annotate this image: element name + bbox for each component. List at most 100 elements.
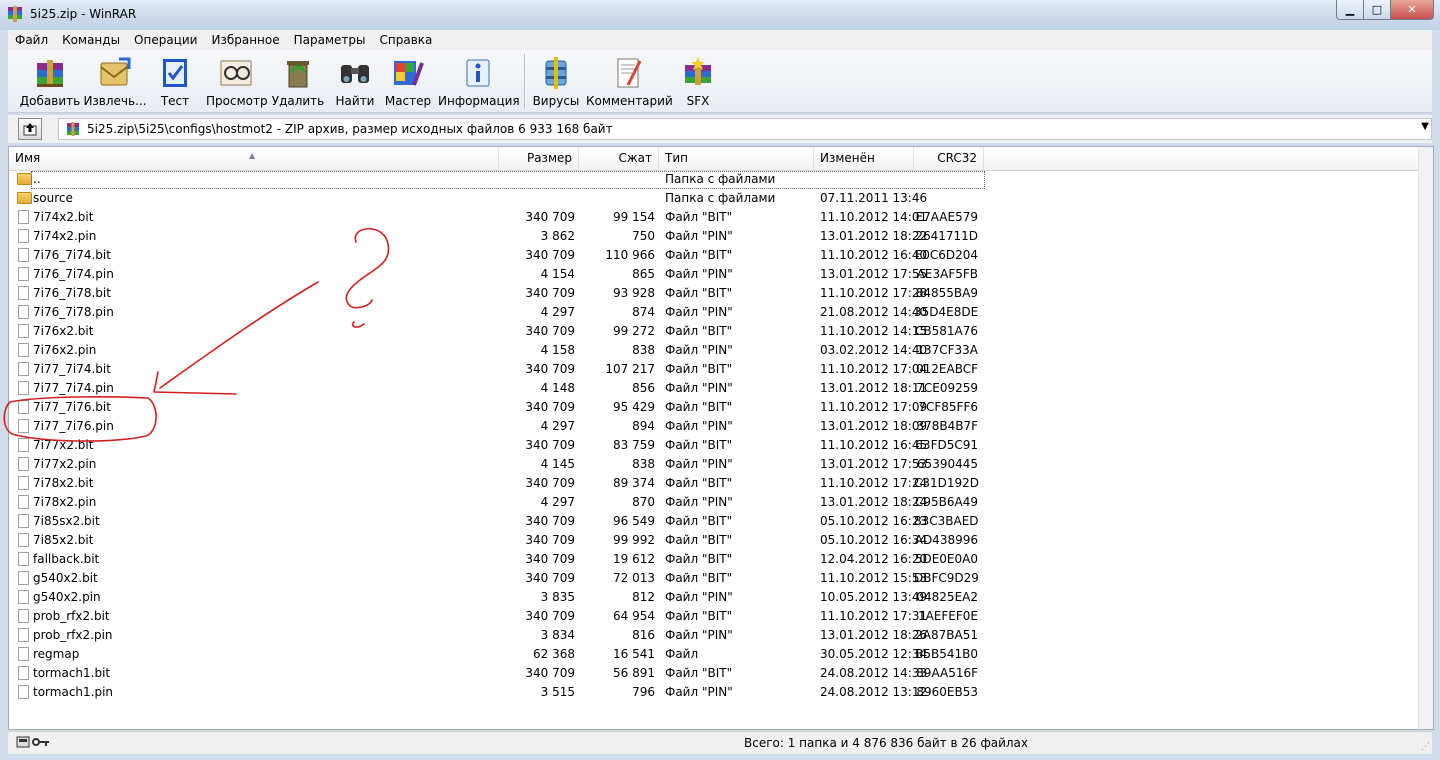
file-crc: 35D4E8DE [914, 305, 979, 319]
view-icon [220, 60, 252, 86]
table-row[interactable]: 7i76_7i74.bit 340 709 110 966 Файл "BIT" 11.… [9, 246, 1419, 265]
file-packed-size: 856 [632, 381, 655, 395]
file-type: Файл "PIN" [665, 628, 733, 642]
virus-scan-button[interactable]: Вирусы [530, 52, 582, 110]
file-icon [17, 381, 31, 396]
delete-button[interactable]: Удалить [270, 52, 326, 110]
close-button[interactable]: ✕ [1391, 0, 1434, 20]
table-row[interactable]: fallback.bit 340 709 19 612 Файл "BIT" 12.04… [9, 550, 1419, 569]
file-icon [17, 343, 31, 358]
col-crc-header[interactable]: CRC32 [914, 147, 984, 170]
table-row[interactable]: 7i77_7i76.pin 4 297 894 Файл "PIN" 13.01.201… [9, 417, 1419, 436]
maximize-button[interactable]: □ [1364, 0, 1391, 20]
file-icon [17, 495, 31, 510]
file-type: Файл "BIT" [665, 666, 733, 680]
menu-favorites[interactable]: Избранное [204, 33, 286, 47]
table-row[interactable]: 7i78x2.pin 4 297 870 Файл "PIN" 13.01.2012 1… [9, 493, 1419, 512]
sfx-button[interactable]: SFX [674, 52, 722, 110]
table-row[interactable]: 7i77_7i74.pin 4 148 856 Файл "PIN" 13.01.201… [9, 379, 1419, 398]
file-crc: 7CE09259 [916, 381, 978, 395]
table-row[interactable]: tormach1.pin 3 515 796 Файл "PIN" 24.08.2012… [9, 683, 1419, 702]
table-row[interactable]: 7i76_7i74.pin 4 154 865 Файл "PIN" 13.01.201… [9, 265, 1419, 284]
file-icon [17, 305, 31, 320]
comment-button[interactable]: Комментарий [586, 52, 673, 110]
up-folder-button[interactable] [18, 118, 42, 140]
table-row[interactable]: 7i85sx2.bit 340 709 96 549 Файл "BIT" 05.10.… [9, 512, 1419, 531]
file-name: 7i77_7i76.pin [33, 419, 114, 433]
file-type: Файл "PIN" [665, 381, 733, 395]
table-row[interactable]: 7i76_7i78.bit 340 709 93 928 Файл "BIT" 11.1… [9, 284, 1419, 303]
file-name: 7i74x2.bit [33, 210, 94, 224]
minimize-button[interactable]: ▁ [1336, 0, 1364, 20]
table-row[interactable]: 7i77x2.bit 340 709 83 759 Файл "BIT" 11.10.2… [9, 436, 1419, 455]
file-crc: 83C3BAED [914, 514, 979, 528]
file-modified: 11.10.2012 16:40 [820, 248, 928, 262]
table-row[interactable]: 7i85x2.bit 340 709 99 992 Файл "BIT" 05.10.2… [9, 531, 1419, 550]
file-modified: 24.08.2012 13:12 [820, 685, 928, 699]
table-row[interactable]: 7i76x2.pin 4 158 838 Файл "PIN" 03.02.2012 1… [9, 341, 1419, 360]
file-size: 4 148 [540, 381, 575, 395]
find-button[interactable]: Найти [330, 52, 380, 110]
add-button[interactable]: Добавить [18, 52, 82, 110]
table-row[interactable]: g540x2.bit 340 709 72 013 Файл "BIT" 11.10.2… [9, 569, 1419, 588]
window-title: 5i25.zip - WinRAR [30, 7, 137, 21]
archive-path-field[interactable]: 5i25.zip\5i25\configs\hostmot2 - ZIP арх… [58, 118, 1432, 140]
file-name: 7i77_7i74.pin [33, 381, 114, 395]
table-row[interactable]: regmap 62 368 16 541 Файл 30.05.2012 12:34 B5… [9, 645, 1419, 664]
table-row[interactable]: 7i74x2.pin 3 862 750 Файл "PIN" 13.01.2012 1… [9, 227, 1419, 246]
table-row[interactable]: 7i77_7i76.bit 340 709 95 429 Файл "BIT" 11.1… [9, 398, 1419, 417]
table-row[interactable]: prob_rfx2.pin 3 834 816 Файл "PIN" 13.01.201… [9, 626, 1419, 645]
table-row[interactable]: 7i78x2.bit 340 709 89 374 Файл "BIT" 11.10.2… [9, 474, 1419, 493]
file-packed-size: 96 549 [613, 514, 655, 528]
col-packed-header[interactable]: Сжат [579, 147, 659, 170]
file-crc: CB581A76 [915, 324, 978, 338]
table-row[interactable]: 7i74x2.bit 340 709 99 154 Файл "BIT" 11.10.2… [9, 208, 1419, 227]
table-row[interactable]: 7i76x2.bit 340 709 99 272 Файл "BIT" 11.10.2… [9, 322, 1419, 341]
menu-operations[interactable]: Операции [127, 33, 204, 47]
table-row[interactable]: 7i77_7i74.bit 340 709 107 217 Файл "BIT" 11.… [9, 360, 1419, 379]
resize-grip-icon[interactable]: ⋰ [1421, 742, 1430, 752]
menu-file[interactable]: Файл [8, 33, 55, 47]
test-button[interactable]: Тест [150, 52, 200, 110]
file-name: tormach1.bit [33, 666, 111, 680]
view-button[interactable]: Просмотр [206, 52, 268, 110]
table-row[interactable]: tormach1.bit 340 709 56 891 Файл "BIT" 24.08… [9, 664, 1419, 683]
table-row[interactable]: source Папка с файлами 07.11.2011 13:46 [9, 189, 1419, 208]
col-modified-header[interactable]: Изменён [814, 147, 914, 170]
file-packed-size: 894 [632, 419, 655, 433]
menu-help[interactable]: Справка [373, 33, 440, 47]
file-crc: C31D192D [914, 476, 980, 490]
chevron-down-icon[interactable]: ▼ [1421, 121, 1429, 132]
file-rows: .. Папка с файлами source Папка с файлами 07… [9, 170, 1419, 702]
table-row[interactable]: 7i76_7i78.pin 4 297 874 Файл "PIN" 21.08.201… [9, 303, 1419, 322]
file-name: g540x2.bit [33, 571, 98, 585]
file-size: 3 515 [540, 685, 575, 699]
virus-scan-icon [545, 57, 567, 89]
disk-icon [16, 736, 30, 748]
file-modified: 21.08.2012 14:40 [820, 305, 928, 319]
table-row[interactable]: prob_rfx2.bit 340 709 64 954 Файл "BIT" 11.1… [9, 607, 1419, 626]
status-icons [16, 736, 50, 748]
col-name-header[interactable]: Имя ▲ [9, 147, 499, 170]
file-icon [17, 514, 31, 529]
file-type: Файл "PIN" [665, 685, 733, 699]
file-size: 4 297 [540, 305, 575, 319]
menu-commands[interactable]: Команды [55, 33, 127, 47]
info-button[interactable]: Информация [438, 52, 520, 110]
file-size: 340 709 [525, 286, 575, 300]
file-crc: 012EABCF [916, 362, 978, 376]
extract-button[interactable]: Извлечь... [82, 52, 148, 110]
menu-options[interactable]: Параметры [287, 33, 373, 47]
table-row[interactable]: 7i77x2.pin 4 145 838 Файл "PIN" 13.01.2012 1… [9, 455, 1419, 474]
table-row[interactable]: g540x2.pin 3 835 812 Файл "PIN" 10.05.2012 1… [9, 588, 1419, 607]
vertical-scrollbar[interactable] [1418, 147, 1433, 729]
wizard-button[interactable]: Мастер [382, 52, 434, 110]
table-row[interactable]: .. Папка с файлами [9, 170, 1419, 189]
file-crc: 8960EB53 [916, 685, 978, 699]
archive-path: 5i25.zip\5i25\configs\hostmot2 - ZIP арх… [87, 122, 613, 136]
file-packed-size: 838 [632, 457, 655, 471]
file-name: 7i85x2.bit [33, 533, 94, 547]
file-type: Файл "BIT" [665, 438, 733, 452]
col-type-header[interactable]: Тип [659, 147, 814, 170]
col-size-header[interactable]: Размер [499, 147, 579, 170]
